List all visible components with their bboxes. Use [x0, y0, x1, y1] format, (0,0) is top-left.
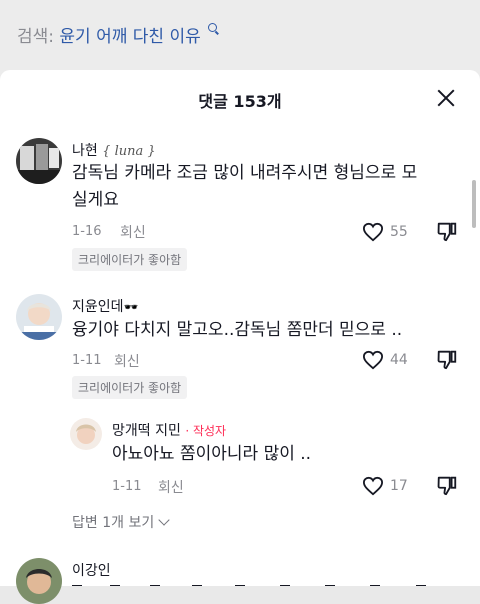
thumbs-down-icon[interactable] [436, 220, 458, 242]
comment-text-line: 융기야 다치지 말고오..감독님 쫌만더 믿으로 .. [72, 320, 403, 340]
heart-icon[interactable] [362, 476, 384, 496]
search-label: 검색: [17, 27, 55, 47]
avatar[interactable] [70, 418, 102, 450]
like-count: 44 [390, 352, 408, 368]
reply-button[interactable]: 회신 [158, 477, 184, 497]
view-replies-button[interactable]: 답변 1개 보기 [72, 512, 170, 532]
search-text[interactable]: 검색: 윤기 어깨 다친 이유 [17, 22, 218, 47]
sunglasses-icon: 🕶️ [123, 300, 139, 314]
scrollbar[interactable] [472, 180, 476, 228]
reply-date: 1-11 [112, 479, 142, 494]
creator-liked-badge: 크리에이터가 좋아함 [72, 248, 188, 271]
comment-text-line: 감독님 카메라 조금 많이 내려주시면 형님으로 모 [72, 163, 418, 183]
username-text: 망개떡 지민 [112, 423, 181, 439]
avatar[interactable] [16, 558, 62, 604]
reply-text: 아뇨아뇨 쫌이아니라 많이 .. [112, 444, 312, 464]
search-icon [208, 23, 218, 32]
comment-text: 감독님 카메라 조금 많이 내려주시면 형님으로 모 실게요 [72, 160, 472, 214]
comment-date: 1-16 [72, 224, 102, 239]
thumbs-down-icon[interactable] [436, 474, 458, 496]
comment-text-cut [70, 576, 442, 586]
view-replies-label: 답변 1개 보기 [72, 515, 155, 531]
close-icon[interactable] [436, 88, 456, 108]
reply-button[interactable]: 회신 [114, 351, 140, 371]
avatar[interactable] [16, 138, 62, 184]
comment-text-line: 실게요 [72, 190, 119, 210]
reply-username[interactable]: 망개떡 지민 · 작성자 [112, 420, 226, 440]
author-badge: · 작성자 [185, 424, 227, 438]
username-text: 나현 [72, 143, 98, 159]
search-query[interactable]: 윤기 어깨 다친 이유 [59, 27, 200, 47]
comment-text: 융기야 다치지 말고오..감독님 쫌만더 믿으로 .. [72, 317, 472, 344]
username-suffix: { luna } [102, 144, 156, 159]
heart-icon[interactable] [362, 350, 384, 370]
comment-username[interactable]: 나현 { luna } [72, 140, 156, 160]
like-count: 17 [390, 478, 408, 494]
avatar[interactable] [16, 294, 62, 340]
comment-username[interactable]: 지윤인데🕶️ [72, 296, 138, 316]
heart-icon[interactable] [362, 222, 384, 242]
search-header[interactable]: 검색: 윤기 어깨 다친 이유 [0, 0, 480, 80]
like-count: 55 [390, 224, 408, 240]
chevron-down-icon [158, 514, 170, 526]
comments-title: 댓글 153개 [198, 92, 282, 111]
comment-date: 1-11 [72, 353, 102, 368]
reply-button[interactable]: 회신 [120, 222, 146, 242]
username-text: 지윤인데 [72, 299, 124, 315]
creator-liked-badge: 크리에이터가 좋아함 [72, 376, 188, 399]
thumbs-down-icon[interactable] [436, 348, 458, 370]
